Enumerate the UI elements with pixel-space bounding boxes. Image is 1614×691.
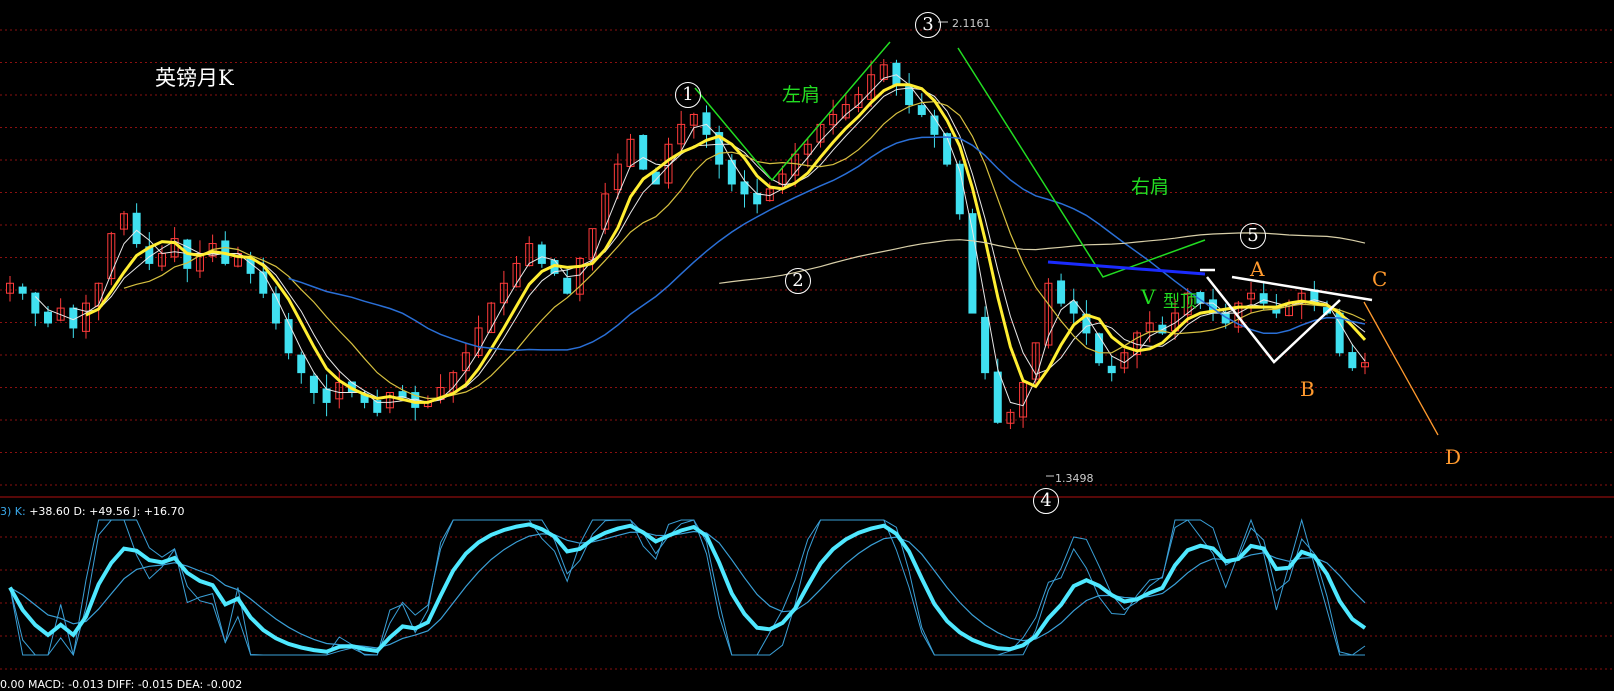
candle-body bbox=[563, 277, 572, 294]
candle-body bbox=[284, 319, 293, 354]
candle-body bbox=[917, 105, 926, 115]
candle-body bbox=[309, 375, 318, 393]
candle-body bbox=[43, 311, 52, 324]
candle-body bbox=[1095, 333, 1104, 364]
kdj-prefix: 3) K: bbox=[0, 505, 26, 518]
candle-body bbox=[905, 86, 914, 106]
cd-projection bbox=[1363, 301, 1439, 436]
candle-body bbox=[1057, 280, 1066, 304]
abcd-d-label: D bbox=[1445, 445, 1462, 469]
ma-60-beige bbox=[719, 232, 1366, 284]
right-shoulder-pattern bbox=[957, 47, 1206, 278]
right-shoulder-label: 右肩 bbox=[1131, 176, 1170, 198]
kdj-readout: 3) K: +38.60 D: +49.56 J: +16.70 bbox=[0, 505, 185, 518]
candle-body bbox=[132, 212, 141, 245]
kdj-panel bbox=[8, 518, 1367, 657]
point-1-marker: 1 bbox=[675, 82, 701, 108]
v-letter-label: V bbox=[1141, 285, 1156, 309]
candle-body bbox=[1107, 365, 1116, 374]
candle-body bbox=[993, 371, 1002, 423]
point-4-marker: 4 bbox=[1033, 488, 1059, 514]
chart-title: 英镑月K bbox=[155, 66, 234, 90]
point-2-marker: 2 bbox=[785, 268, 811, 294]
point-3-marker: 3 bbox=[915, 12, 941, 38]
candle-body bbox=[639, 135, 648, 170]
candle-body bbox=[297, 354, 306, 374]
kdj-j-label: J: bbox=[133, 505, 141, 518]
candle-body bbox=[31, 292, 40, 314]
candle-body bbox=[892, 62, 901, 86]
candle-body bbox=[1348, 352, 1357, 369]
grid-lines bbox=[0, 29, 1614, 670]
kdj-j-value: +16.70 bbox=[143, 505, 185, 518]
abcd-a-label: A bbox=[1250, 257, 1265, 281]
candlestick-series bbox=[6, 59, 1369, 430]
candle-body bbox=[271, 293, 280, 324]
high-price-tag: 2.1161 bbox=[952, 17, 991, 30]
neckline bbox=[1047, 260, 1206, 276]
candle-body bbox=[537, 244, 546, 264]
point-5-marker: 5 bbox=[1240, 223, 1266, 249]
moving-averages bbox=[34, 74, 1367, 407]
left-shoulder-label: 左肩 bbox=[782, 84, 821, 106]
candle-body bbox=[981, 316, 990, 374]
kdj-d-value: +49.56 bbox=[89, 505, 130, 518]
kdj-k-value: +38.60 bbox=[29, 505, 70, 518]
candle-body bbox=[702, 112, 711, 135]
v-top-label: 型顶 bbox=[1163, 292, 1197, 312]
abcd-c-label: C bbox=[1372, 267, 1388, 291]
candle-body bbox=[1259, 293, 1268, 304]
candle-body bbox=[753, 192, 762, 205]
candle-body bbox=[322, 388, 331, 403]
candle-body bbox=[259, 271, 268, 294]
kdj-d-label: D: bbox=[73, 505, 86, 518]
ma-24-blue bbox=[288, 136, 1366, 352]
abcd-b-label: B bbox=[1300, 377, 1315, 401]
kdj-k-line bbox=[8, 522, 1367, 654]
low-price-tag: 1.3498 bbox=[1055, 472, 1094, 485]
candle-body bbox=[18, 286, 27, 294]
macd-readout: 0.00 MACD: -0.013 DIFF: -0.015 DEA: -0.0… bbox=[0, 678, 243, 691]
ma-short-white bbox=[34, 74, 1366, 407]
